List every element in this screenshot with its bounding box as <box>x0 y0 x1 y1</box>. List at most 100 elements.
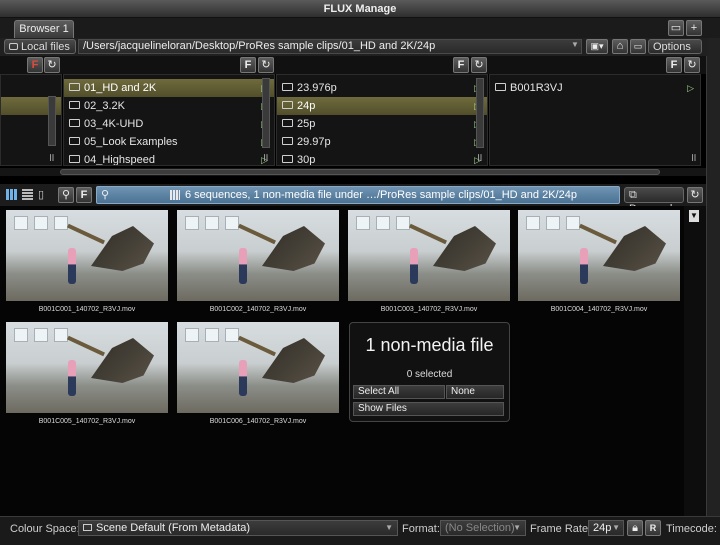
clip-preview-image <box>518 210 680 301</box>
home-icon[interactable]: ⌂ <box>612 39 628 54</box>
chevron-down-icon: ▼ <box>513 523 521 532</box>
reset-icon[interactable]: R <box>645 520 661 536</box>
film-icon <box>170 190 180 200</box>
pin-icon[interactable]: ⚲ <box>58 187 74 203</box>
horizontal-scrollbar[interactable] <box>60 169 660 175</box>
scroll-handle-icon[interactable]: ॥ <box>48 150 55 165</box>
format-dropdown[interactable]: (No Selection) ▼ <box>440 520 526 536</box>
chevron-right-icon: ▷ <box>687 83 694 93</box>
chevron-down-icon: ▼ <box>385 523 393 532</box>
document-icon[interactable]: ▯ <box>38 188 44 201</box>
refresh-icon[interactable]: ↻ <box>687 187 703 203</box>
options-dropdown[interactable]: Options ▾ <box>648 39 702 67</box>
list-item[interactable]: 05_Look Examples▷ <box>64 133 274 151</box>
window-title: FLUX Manage <box>0 0 720 18</box>
clip-thumbnail[interactable]: B001C002_140702_R3VJ.mov <box>177 210 339 313</box>
list-item[interactable]: 24p▷ <box>277 97 487 115</box>
clip-thumbnail[interactable]: B001C003_140702_R3VJ.mov <box>348 210 510 313</box>
path-field[interactable]: /Users/jacquelineloran/Desktop/ProRes sa… <box>78 39 582 54</box>
folder-icon[interactable]: ▭ <box>668 20 684 36</box>
filter-icon[interactable]: F <box>240 57 256 73</box>
format-value: (No Selection) <box>445 522 515 534</box>
info-text: 6 sequences, 1 non-media file under …/Pr… <box>185 189 577 201</box>
monitor-icon <box>83 524 92 531</box>
list-item[interactable]: 29.97p▷ <box>277 133 487 151</box>
grid-scroll-column <box>684 206 706 516</box>
sort-order-button[interactable]: ⧉ Descend <box>624 187 684 215</box>
scroll-handle-icon[interactable]: ॥ <box>262 150 269 165</box>
tab-browser-1[interactable]: Browser 1 <box>14 20 74 38</box>
folder-icon <box>282 137 293 146</box>
list-item[interactable]: 23.976p▷ <box>277 79 487 97</box>
folder-column-2[interactable]: 23.976p▷ 24p▷ 25p▷ 29.97p▷ 30p▷ <box>276 74 488 166</box>
list-item[interactable]: 03_4K-UHD▷ <box>64 115 274 133</box>
clip-thumbnail[interactable]: B001C006_140702_R3VJ.mov <box>177 322 339 425</box>
timecode-label: Timecode: <box>666 523 717 535</box>
refresh-icon[interactable]: ↻ <box>684 57 700 73</box>
clip-thumbnail[interactable]: B001C001_140702_R3VJ.mov <box>6 210 168 313</box>
add-icon[interactable]: + <box>686 20 702 36</box>
folder-icon <box>69 155 80 164</box>
list-item[interactable]: 04_Highspeed ▷ <box>64 151 274 165</box>
clip-name: B001C003_140702_R3VJ.mov <box>380 306 478 313</box>
scrollbar[interactable] <box>262 78 270 148</box>
clip-preview-image <box>177 210 339 301</box>
refresh-icon[interactable]: ↻ <box>258 57 274 73</box>
list-item-label: 05_Look Examples <box>84 136 178 148</box>
list-item[interactable]: 01_HD and 2K▷ <box>64 79 274 97</box>
flux-filter-icon[interactable]: F <box>27 57 43 73</box>
list-item[interactable]: 30p ▷ <box>277 151 487 165</box>
list-item[interactable]: 02_3.2K▷ <box>64 97 274 115</box>
list-item-label: 24p <box>297 100 316 112</box>
frame-rate-dropdown[interactable]: 24p ▼ <box>588 520 624 536</box>
folder-column-1[interactable]: 01_HD and 2K▷ 02_3.2K▷ 03_4K-UHD▷ 05_Loo… <box>63 74 275 166</box>
column-header-bar <box>0 56 706 74</box>
clip-name: B001C002_140702_R3VJ.mov <box>209 306 307 313</box>
list-item-label: 29.97p <box>297 136 331 148</box>
list-view-icon[interactable] <box>22 189 33 200</box>
selection-info-bar: ⚲ 6 sequences, 1 non-media file under …/… <box>96 186 620 204</box>
colour-space-dropdown[interactable]: Scene Default (From Metadata) ▼ <box>78 520 398 536</box>
filter-icon[interactable]: F <box>453 57 469 73</box>
folder-icon <box>495 83 506 92</box>
select-none-button[interactable]: None <box>446 385 504 399</box>
scrollbar[interactable] <box>476 78 484 148</box>
clip-preview-image <box>6 210 168 301</box>
path-chevron-down-icon[interactable]: ▼ <box>571 40 579 49</box>
format-label: Format: <box>402 523 440 535</box>
refresh-icon[interactable]: ↻ <box>471 57 487 73</box>
list-item-label: 03_4K-UHD <box>84 118 144 130</box>
clip-preview-image <box>348 210 510 301</box>
scroll-handle-icon[interactable]: ॥ <box>690 150 697 165</box>
folder-column-3[interactable]: B001R3VJ ▷ <box>489 74 701 166</box>
sort-icon: ⧉ <box>629 189 637 201</box>
lock-icon[interactable]: 🔒︎ <box>627 520 643 536</box>
folder-icon <box>69 83 80 92</box>
select-all-button[interactable]: Select All <box>353 385 445 399</box>
pin-marker-icon: ⚲ <box>101 189 110 201</box>
scrollbar[interactable] <box>48 96 56 146</box>
refresh-icon[interactable]: ↻ <box>44 57 60 73</box>
bookmark-icon[interactable]: ▣▾ <box>586 39 608 54</box>
non-media-title: 1 non-media file <box>365 335 494 355</box>
filter-icon[interactable]: F <box>666 57 682 73</box>
grid-view-icon[interactable] <box>6 189 17 200</box>
colour-space-value: Scene Default (From Metadata) <box>96 522 251 534</box>
source-dropdown[interactable]: Local files <box>4 39 76 54</box>
folder-icon <box>69 137 80 146</box>
list-item[interactable]: 25p▷ <box>277 115 487 133</box>
folder-icon <box>282 101 293 110</box>
source-label: Local files <box>21 41 70 53</box>
clip-name: B001C006_140702_R3VJ.mov <box>209 418 307 425</box>
list-item[interactable]: B001R3VJ ▷ <box>490 79 700 97</box>
clip-thumbnail[interactable]: B001C005_140702_R3VJ.mov <box>6 322 168 425</box>
clip-preview-image <box>6 322 168 413</box>
open-folder-icon[interactable]: ▭ <box>630 39 646 54</box>
non-media-panel: 1 non-media file 0 selected Select All N… <box>349 322 510 422</box>
scroll-handle-icon[interactable]: ॥ <box>476 150 483 165</box>
show-files-button[interactable]: Show Files <box>353 402 504 416</box>
clip-thumbnail[interactable]: B001C004_140702_R3VJ.mov <box>518 210 680 313</box>
list-item-label: 25p <box>297 118 316 130</box>
scroll-top-icon[interactable]: ▼ <box>689 210 699 222</box>
filter-icon[interactable]: F <box>76 187 92 203</box>
